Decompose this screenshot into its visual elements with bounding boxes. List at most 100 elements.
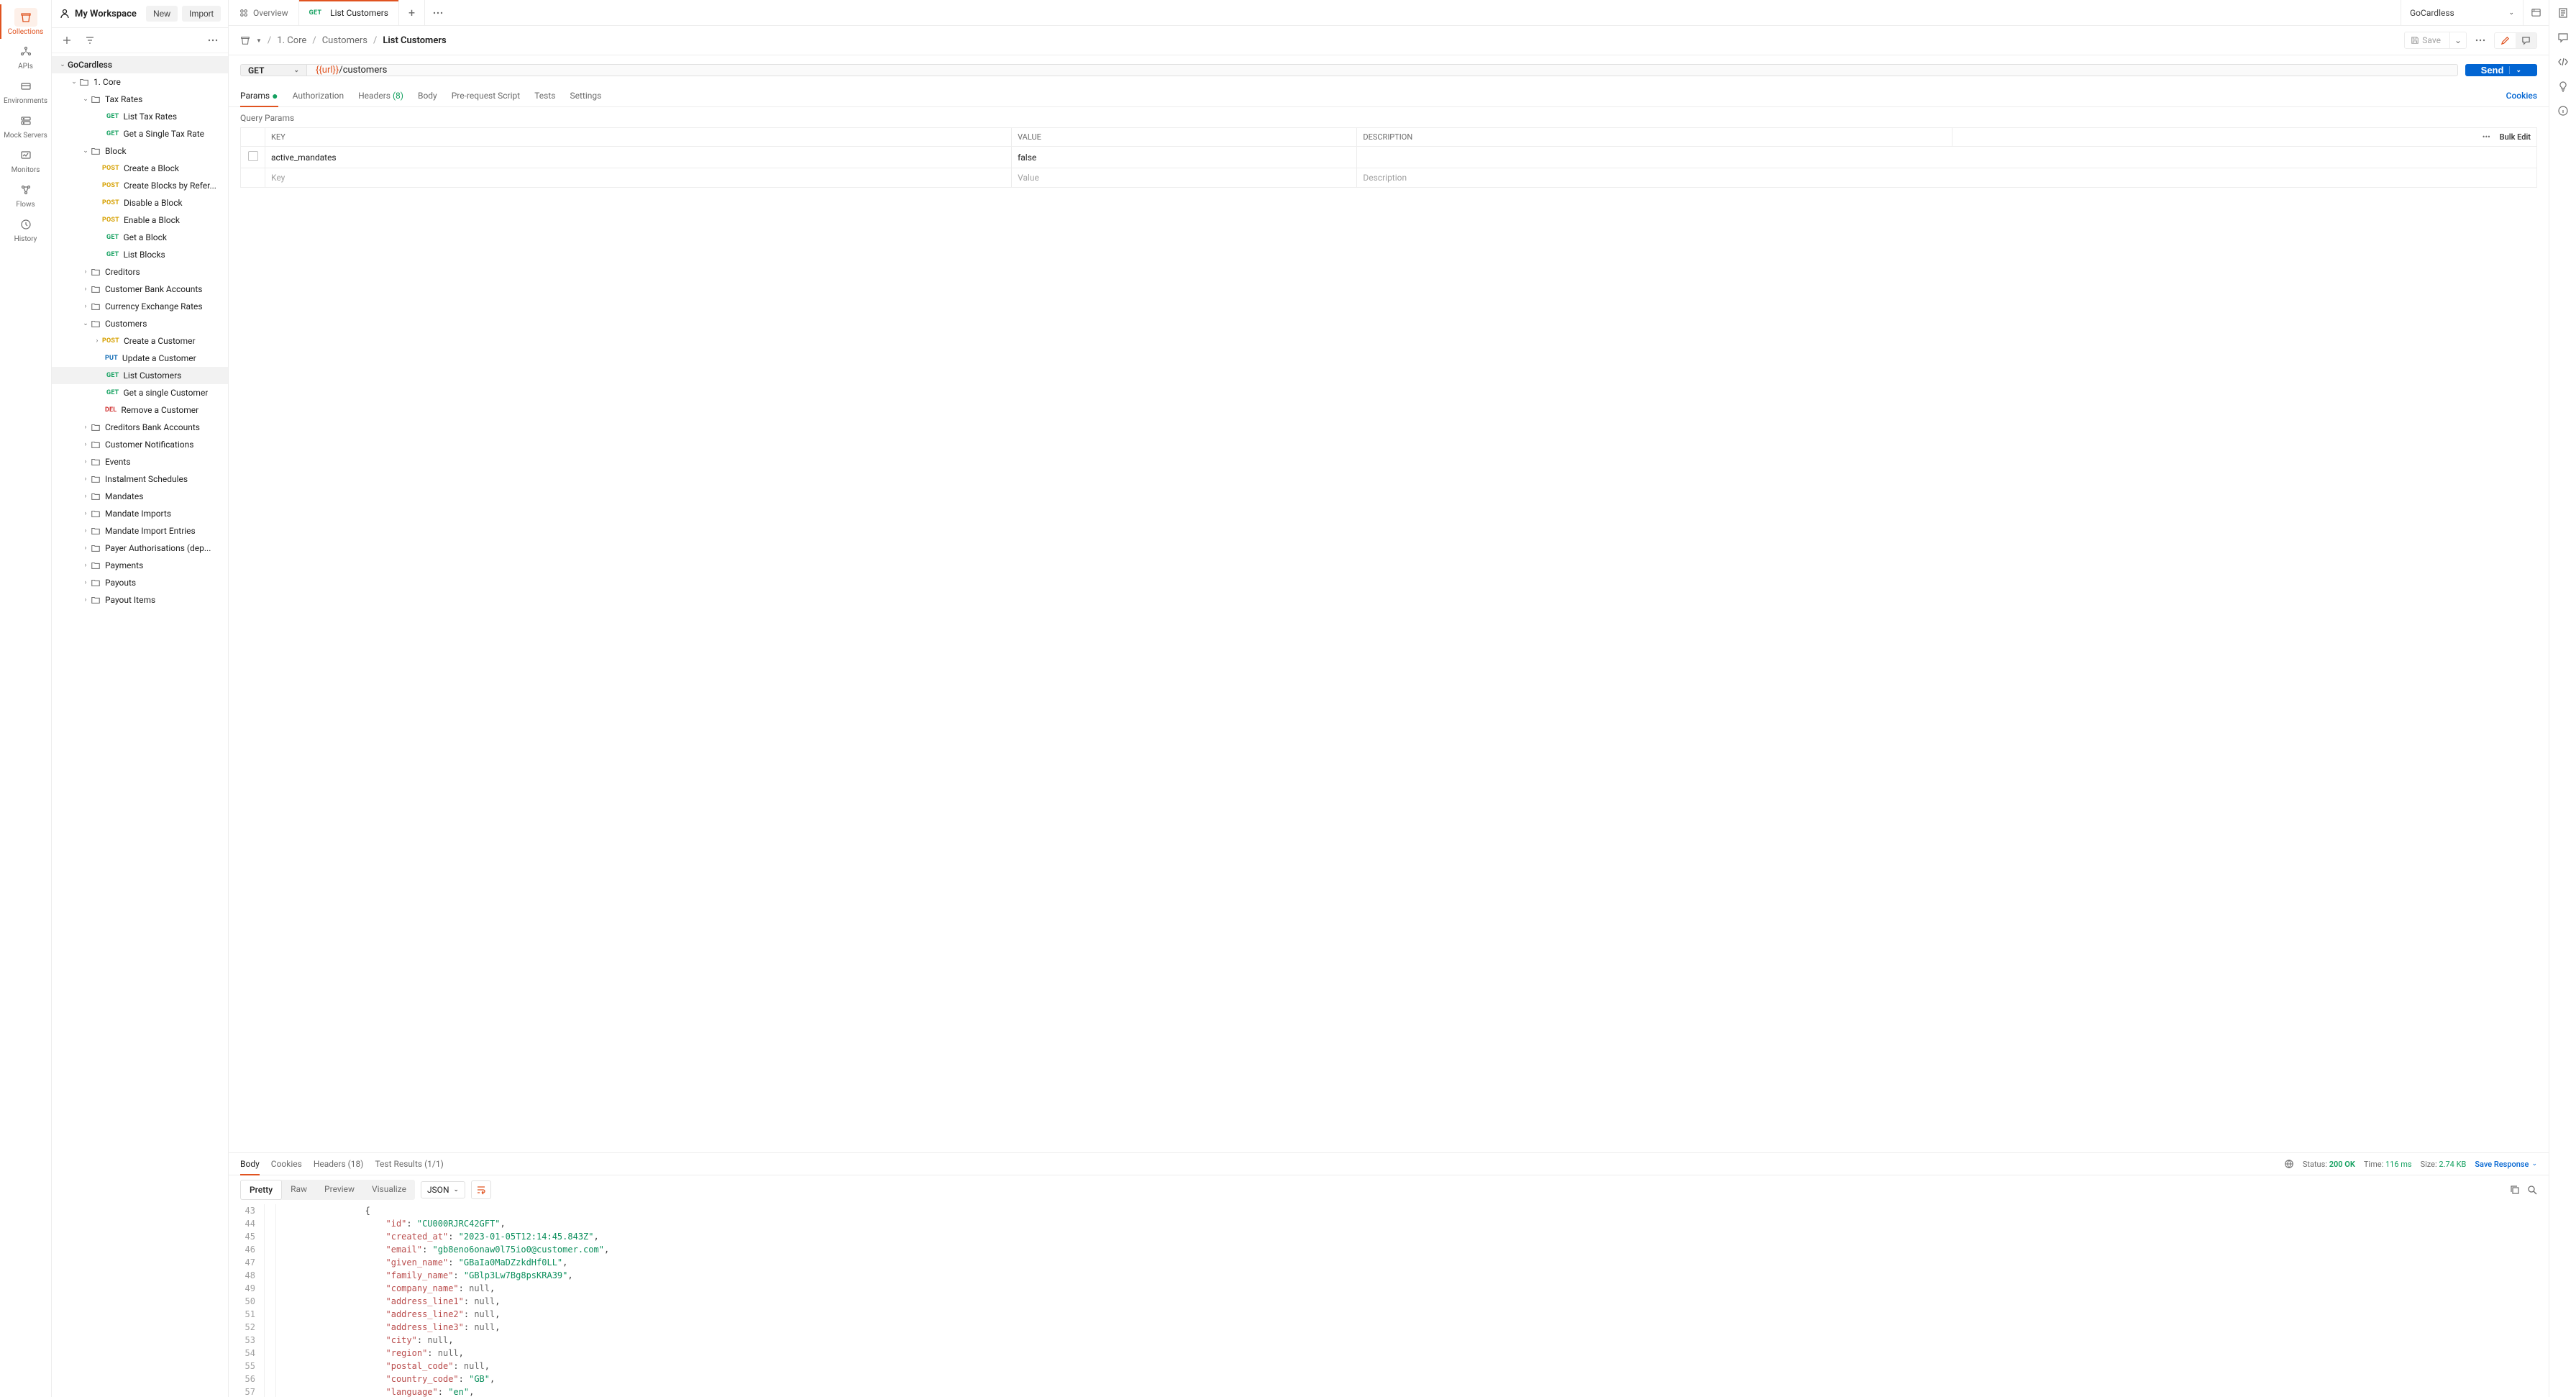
nav-monitors[interactable]: Monitors [0, 142, 51, 177]
import-button[interactable]: Import [182, 6, 221, 22]
tree-folder[interactable]: ›Mandate Imports [52, 505, 228, 522]
collection-tree[interactable]: ⌄GoCardless⌄1. Core⌄Tax RatesGETList Tax… [52, 53, 228, 1397]
chevron-right-icon[interactable]: › [81, 545, 91, 552]
add-icon[interactable] [59, 32, 75, 48]
chevron-right-icon[interactable]: › [81, 303, 91, 310]
param-row[interactable]: active_mandatesfalse [241, 147, 2537, 168]
chevron-down-icon[interactable]: ⌄ [81, 96, 91, 103]
view-mode-toggle[interactable] [2494, 32, 2537, 49]
view-pretty[interactable]: Pretty [240, 1180, 282, 1200]
chevron-right-icon[interactable]: › [81, 493, 91, 500]
view-visualize[interactable]: Visualize [363, 1180, 415, 1200]
chevron-right-icon[interactable]: › [81, 441, 91, 448]
send-button[interactable]: Send ⌄ [2465, 64, 2537, 76]
nav-environments[interactable]: Environments [0, 73, 51, 108]
more-icon[interactable]: ••• [2483, 132, 2490, 142]
format-select[interactable]: JSON ⌄ [421, 1181, 465, 1198]
nav-history[interactable]: History [0, 211, 51, 246]
tree-request[interactable]: POSTCreate a Block [52, 160, 228, 177]
tree-folder[interactable]: ›Creditors Bank Accounts [52, 419, 228, 436]
lightbulb-icon[interactable] [2557, 81, 2569, 92]
filter-icon[interactable] [82, 32, 98, 48]
param-key[interactable]: active_mandates [265, 147, 1012, 168]
tree-folder[interactable]: ›Payouts [52, 574, 228, 591]
tree-folder[interactable]: ›Mandates [52, 488, 228, 505]
tree-folder[interactable]: ›Instalment Schedules [52, 470, 228, 488]
view-preview[interactable]: Preview [316, 1180, 363, 1200]
param-desc-input[interactable]: Description [1357, 168, 2537, 188]
tree-folder[interactable]: ›Creditors [52, 263, 228, 281]
tree-folder[interactable]: ›Payments [52, 557, 228, 574]
resp-tab-headers[interactable]: Headers (18) [314, 1153, 364, 1175]
breadcrumb-part[interactable]: Customers [322, 35, 367, 46]
chevron-right-icon[interactable]: › [81, 458, 91, 465]
tree-request[interactable]: POSTEnable a Block [52, 211, 228, 229]
resp-tab-test-results[interactable]: Test Results (1/1) [375, 1153, 443, 1175]
wrap-lines-icon[interactable] [471, 1180, 491, 1199]
chevron-down-icon[interactable]: ▼ [256, 37, 262, 44]
req-tab-params[interactable]: Params ● [240, 85, 278, 106]
save-response-button[interactable]: Save Response ⌄ [2475, 1160, 2537, 1169]
chevron-down-icon[interactable]: ⌄ [58, 61, 68, 68]
chevron-right-icon[interactable]: › [81, 579, 91, 586]
env-quicklook-icon[interactable] [2523, 0, 2549, 25]
tree-request[interactable]: POSTCreate Blocks by Refer... [52, 177, 228, 194]
response-body[interactable]: 43 {44 "id": "CU000RJRC42GFT",45 "create… [229, 1204, 2549, 1397]
workspace-name[interactable]: My Workspace [59, 8, 142, 19]
chevron-down-icon[interactable]: ⌄ [81, 320, 91, 327]
tab-list-customers[interactable]: GETList Customers [299, 0, 399, 25]
nav-collections[interactable]: Collections [0, 4, 51, 39]
new-button[interactable]: New [146, 6, 178, 22]
chevron-right-icon[interactable]: › [81, 268, 91, 276]
tree-request[interactable]: DELRemove a Customer [52, 401, 228, 419]
req-tab-settings[interactable]: Settings [570, 85, 601, 106]
tree-request[interactable]: PUTUpdate a Customer [52, 350, 228, 367]
tree-folder[interactable]: ›Events [52, 453, 228, 470]
tree-folder[interactable]: ›Mandate Import Entries [52, 522, 228, 540]
comment-icon[interactable] [2557, 32, 2569, 43]
tree-request[interactable]: GETGet a Single Tax Rate [52, 125, 228, 142]
tree-folder[interactable]: ›Customer Notifications [52, 436, 228, 453]
nav-apis[interactable]: APIs [0, 39, 51, 73]
req-tab-headers[interactable]: Headers (8) [358, 85, 403, 106]
chevron-right-icon[interactable]: › [81, 424, 91, 431]
code-icon[interactable] [2557, 56, 2569, 68]
info-icon[interactable] [2557, 105, 2569, 117]
checkbox[interactable] [248, 151, 258, 161]
chevron-right-icon[interactable]: › [81, 286, 91, 293]
tree-request[interactable]: GETList Blocks [52, 246, 228, 263]
chevron-down-icon[interactable]: ⌄ [2449, 32, 2466, 48]
tree-request[interactable]: GETGet a single Customer [52, 384, 228, 401]
tree-folder[interactable]: ›Payout Items [52, 591, 228, 609]
tree-request[interactable]: POSTDisable a Block [52, 194, 228, 211]
tree-folder[interactable]: ›Payer Authorisations (dep... [52, 540, 228, 557]
param-row-new[interactable]: KeyValueDescription [241, 168, 2537, 188]
tree-request[interactable]: ›POSTCreate a Customer [52, 332, 228, 350]
breadcrumb-part[interactable]: 1. Core [277, 35, 306, 46]
chevron-right-icon[interactable]: › [81, 596, 91, 604]
chevron-right-icon[interactable]: › [81, 510, 91, 517]
copy-icon[interactable] [2510, 1185, 2520, 1195]
chevron-right-icon[interactable]: › [92, 337, 102, 345]
chevron-right-icon[interactable]: › [81, 475, 91, 483]
req-tab-body[interactable]: Body [418, 85, 437, 106]
chevron-right-icon[interactable]: › [81, 562, 91, 569]
tree-folder[interactable]: ›Currency Exchange Rates [52, 298, 228, 315]
resp-tab-cookies[interactable]: Cookies [271, 1153, 302, 1175]
cookies-link[interactable]: Cookies [2506, 85, 2537, 106]
globe-icon[interactable] [2284, 1159, 2294, 1169]
nav-mock-servers[interactable]: Mock Servers [0, 108, 51, 142]
tab-overview[interactable]: Overview [229, 0, 299, 25]
edit-icon[interactable] [2495, 33, 2516, 48]
url-input[interactable]: {{url}}/customers [306, 64, 2458, 76]
tree-request[interactable]: GETGet a Block [52, 229, 228, 246]
tree-request[interactable]: GETList Customers [52, 367, 228, 384]
nav-flows[interactable]: Flows [0, 177, 51, 211]
chevron-down-icon[interactable]: ⌄ [81, 147, 91, 155]
tree-folder[interactable]: ⌄Customers [52, 315, 228, 332]
more-icon[interactable] [2472, 32, 2488, 48]
req-tab-tests[interactable]: Tests [534, 85, 555, 106]
collection-root[interactable]: ⌄GoCardless [52, 56, 228, 73]
tree-request[interactable]: GETList Tax Rates [52, 108, 228, 125]
param-value[interactable]: false [1012, 147, 1357, 168]
